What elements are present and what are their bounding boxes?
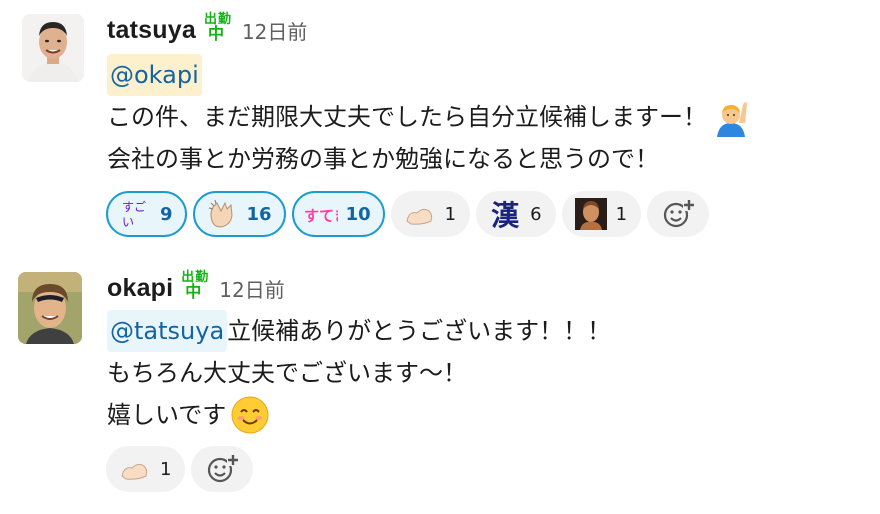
mention[interactable]: @tatsuya bbox=[107, 310, 228, 352]
username[interactable]: tatsuya bbox=[107, 16, 196, 45]
smiling-face-emoji bbox=[230, 395, 270, 435]
add-emoji-icon bbox=[208, 454, 240, 483]
add-emoji-icon bbox=[663, 199, 696, 228]
suteki-emoji: すてき bbox=[304, 197, 338, 231]
reaction-muscle[interactable]: 1 bbox=[390, 191, 471, 237]
timestamp[interactable]: 12日前 bbox=[219, 274, 284, 303]
svg-text:すてき: すてき bbox=[304, 207, 338, 225]
message-text: 会社の事とか労務の事とか勉強になると思うので！ bbox=[107, 145, 659, 173]
message-text: 嬉しいです bbox=[107, 401, 227, 429]
reaction-suteki[interactable]: すてき 10 bbox=[291, 191, 385, 237]
mention[interactable]: @okapi bbox=[107, 54, 202, 96]
message-text: もちろん大丈夫でございます〜！ bbox=[107, 359, 467, 387]
reaction-count: 10 bbox=[345, 203, 371, 225]
reaction-count: 1 bbox=[160, 458, 172, 480]
reaction-bar: すご い 9 16 すてき 10 bbox=[106, 191, 710, 237]
reaction-bar: 1 bbox=[106, 446, 254, 492]
reaction-muscle[interactable]: 1 bbox=[106, 446, 186, 492]
svg-text:い: い bbox=[122, 215, 134, 229]
reaction-portrait[interactable]: 1 bbox=[561, 191, 642, 237]
flexed-biceps-emoji bbox=[403, 197, 437, 231]
avatar-tatsuya[interactable] bbox=[22, 14, 84, 82]
reaction-count: 6 bbox=[530, 203, 542, 225]
reaction-count: 1 bbox=[615, 203, 628, 225]
username[interactable]: okapi bbox=[107, 274, 173, 303]
man-raising-hand-emoji bbox=[711, 97, 751, 137]
reaction-kanji[interactable]: 漢 6 bbox=[476, 191, 556, 237]
status-emoji[interactable]: 出 勤 中 bbox=[202, 12, 234, 44]
kanji-emoji: 漢 bbox=[491, 199, 520, 232]
message-okapi: okapi 出 勤 中 12日前 @tatsuya 立候補ありがとうございます！… bbox=[0, 258, 880, 514]
message-tatsuya: tatsuya 出 勤 中 12日前 @okapi この件、まだ期限大丈夫でした… bbox=[0, 0, 880, 250]
message-text: 立候補ありがとうございます！！！ bbox=[227, 317, 612, 345]
reaction-count: 1 bbox=[444, 203, 457, 225]
sugoi-emoji: すご い bbox=[118, 197, 152, 231]
status-emoji[interactable]: 出 勤 中 bbox=[179, 270, 211, 302]
message-header: tatsuya 出 勤 中 12日前 bbox=[107, 12, 307, 48]
avatar-okapi[interactable] bbox=[18, 272, 82, 344]
add-reaction-button[interactable] bbox=[647, 191, 710, 237]
message-body: @tatsuya 立候補ありがとうございます！！！ もちろん大丈夫でございます〜… bbox=[107, 310, 611, 436]
message-header: okapi 出 勤 中 12日前 bbox=[107, 270, 285, 306]
svg-text:すご: すご bbox=[122, 199, 146, 214]
add-reaction-button[interactable] bbox=[191, 446, 254, 492]
timestamp[interactable]: 12日前 bbox=[242, 16, 307, 45]
reaction-count: 16 bbox=[246, 203, 272, 225]
portrait-emoji bbox=[574, 197, 608, 231]
clapping-hands-emoji bbox=[205, 197, 239, 231]
reaction-count: 9 bbox=[160, 203, 173, 225]
reaction-clap[interactable]: 16 bbox=[192, 191, 286, 237]
reaction-sugoi[interactable]: すご い 9 bbox=[106, 191, 187, 237]
message-body: @okapi この件、まだ期限大丈夫でしたら自分立候補しますー！ 会社の事とか労… bbox=[107, 54, 751, 180]
message-text: この件、まだ期限大丈夫でしたら自分立候補しますー！ bbox=[107, 103, 707, 131]
flexed-biceps-emoji bbox=[118, 452, 152, 486]
